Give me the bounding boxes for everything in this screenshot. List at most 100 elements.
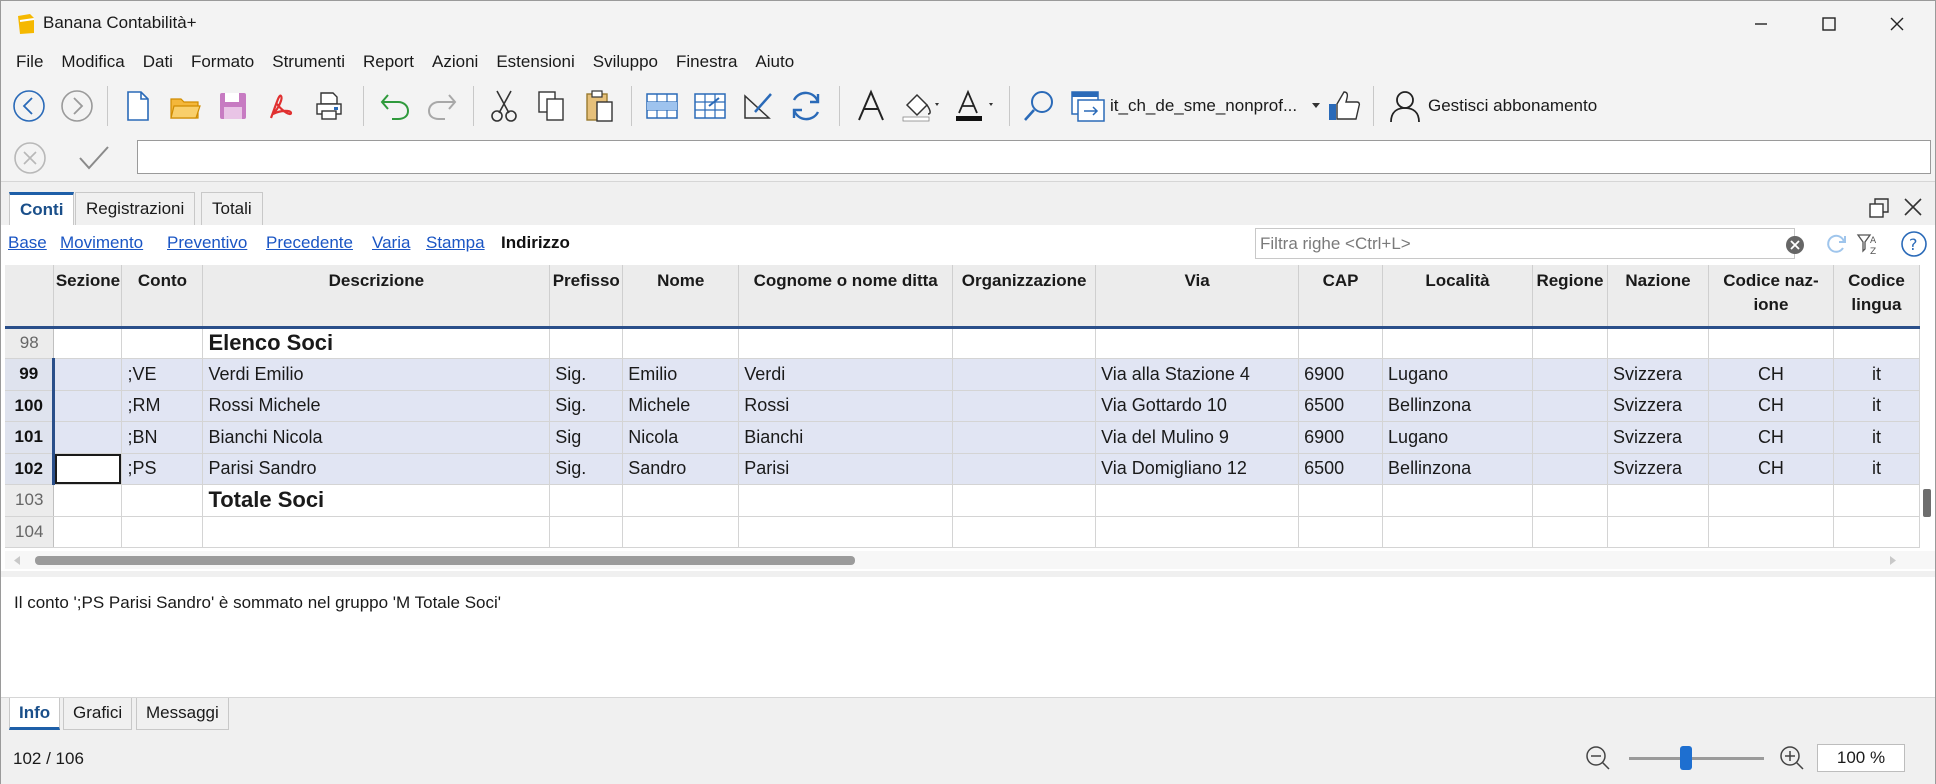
- cell-localita[interactable]: Bellinzona: [1382, 390, 1533, 422]
- cell-codice-lingua[interactable]: [1833, 327, 1920, 359]
- table-row[interactable]: 101 ;BN Bianchi Nicola Sig Nicola Bianch…: [5, 421, 1920, 454]
- delete-rows-button[interactable]: [690, 86, 730, 126]
- cell-nazione[interactable]: [1607, 484, 1709, 517]
- cell-descrizione[interactable]: Parisi Sandro: [202, 453, 551, 485]
- cell-conto[interactable]: ;RM: [121, 390, 204, 422]
- undo-button[interactable]: [375, 86, 415, 126]
- maximize-button[interactable]: [1795, 1, 1863, 46]
- cell-sezione[interactable]: [53, 421, 123, 454]
- cell-nome[interactable]: Emilio: [622, 358, 740, 391]
- cell-codice-nazione[interactable]: CH: [1708, 421, 1834, 454]
- cell-regione[interactable]: [1532, 390, 1608, 422]
- menu-dati[interactable]: Dati: [134, 46, 182, 78]
- print-button[interactable]: [309, 86, 349, 126]
- forward-button[interactable]: [57, 86, 97, 126]
- cell-prefisso[interactable]: Sig.: [549, 390, 624, 422]
- filter-rows-input[interactable]: Filtra righe <Ctrl+L>: [1255, 228, 1804, 259]
- cell-nazione[interactable]: Svizzera: [1607, 453, 1709, 485]
- cell-organizzazione[interactable]: [952, 390, 1097, 422]
- cell-localita[interactable]: Lugano: [1382, 421, 1533, 454]
- cell-nazione[interactable]: Svizzera: [1607, 390, 1709, 422]
- insert-rows-button[interactable]: [642, 86, 682, 126]
- header-conto[interactable]: Conto: [121, 265, 204, 329]
- cell-conto[interactable]: ;VE: [121, 358, 204, 391]
- row-number[interactable]: 104: [5, 516, 55, 548]
- cell-localita[interactable]: [1382, 516, 1533, 548]
- font-button[interactable]: [851, 86, 891, 126]
- tab-conti[interactable]: Conti: [9, 192, 75, 226]
- row-number[interactable]: 99: [5, 358, 56, 391]
- save-button[interactable]: [213, 86, 253, 126]
- cell-conto[interactable]: [121, 327, 204, 359]
- cell-codice-nazione[interactable]: [1708, 327, 1834, 359]
- cell-prefisso[interactable]: [549, 516, 624, 548]
- scroll-left-icon[interactable]: [13, 556, 21, 565]
- cell-codice-lingua[interactable]: it: [1833, 358, 1920, 391]
- row-number[interactable]: 102: [5, 453, 56, 485]
- cell-cognome[interactable]: [738, 327, 954, 359]
- cell-codice-lingua[interactable]: it: [1833, 453, 1920, 485]
- cell-conto[interactable]: ;PS: [121, 453, 204, 485]
- feedback-button[interactable]: [1325, 86, 1365, 126]
- minimize-button[interactable]: [1727, 1, 1795, 46]
- horizontal-scrollbar[interactable]: [5, 551, 1935, 569]
- cell-organizzazione[interactable]: [952, 516, 1097, 548]
- back-button[interactable]: [9, 86, 49, 126]
- close-panel-icon[interactable]: [1902, 196, 1924, 218]
- cell-cognome[interactable]: Rossi: [738, 390, 954, 422]
- cell-localita[interactable]: Bellinzona: [1382, 453, 1533, 485]
- cell-codice-lingua[interactable]: [1833, 516, 1920, 548]
- cell-codice-lingua[interactable]: [1833, 484, 1920, 517]
- menu-file[interactable]: File: [7, 46, 52, 78]
- zoom-out-icon[interactable]: [1585, 745, 1611, 771]
- cell-prefisso[interactable]: [549, 484, 624, 517]
- tab-registrazioni[interactable]: Registrazioni: [75, 192, 196, 226]
- paste-button[interactable]: [579, 86, 619, 126]
- zoom-slider-thumb[interactable]: [1679, 746, 1692, 770]
- header-localita[interactable]: Località: [1382, 265, 1533, 329]
- help-icon[interactable]: ?: [1900, 230, 1928, 258]
- menu-finestra[interactable]: Finestra: [667, 46, 746, 78]
- table-row[interactable]: 100 ;RM Rossi Michele Sig. Michele Rossi…: [5, 390, 1920, 422]
- cell-nome[interactable]: Michele: [622, 390, 740, 422]
- cell-regione[interactable]: [1532, 516, 1608, 548]
- cell-conto[interactable]: [121, 516, 204, 548]
- zoom-slider[interactable]: [1629, 757, 1764, 760]
- cell-nazione[interactable]: Svizzera: [1607, 421, 1709, 454]
- cell-codice-nazione[interactable]: CH: [1708, 358, 1834, 391]
- header-prefisso[interactable]: Prefisso: [549, 265, 624, 329]
- header-nome[interactable]: Nome: [622, 265, 740, 329]
- search-button[interactable]: [1019, 86, 1059, 126]
- table-row[interactable]: 99 ;VE Verdi Emilio Sig. Emilio Verdi Vi…: [5, 358, 1920, 391]
- refresh-filter-icon[interactable]: [1824, 232, 1848, 256]
- cell-descrizione[interactable]: Totale Soci: [202, 484, 551, 517]
- cell-localita[interactable]: Lugano: [1382, 358, 1533, 391]
- row-number[interactable]: 103: [5, 484, 55, 517]
- cell-organizzazione[interactable]: [952, 358, 1097, 391]
- header-sezione[interactable]: Sezione: [53, 265, 123, 329]
- vertical-scrollbar[interactable]: [1920, 265, 1935, 551]
- menu-modifica[interactable]: Modifica: [52, 46, 133, 78]
- cell-cognome[interactable]: Verdi: [738, 358, 954, 391]
- cell-prefisso[interactable]: [549, 327, 624, 359]
- header-regione[interactable]: Regione: [1532, 265, 1608, 329]
- table-row[interactable]: 102 ;PS Parisi Sandro Sig. Sandro Parisi…: [5, 453, 1920, 485]
- chevron-down-icon[interactable]: [1311, 102, 1321, 110]
- cell-prefisso[interactable]: Sig.: [549, 453, 624, 485]
- cell-codice-lingua[interactable]: it: [1833, 421, 1920, 454]
- header-descrizione[interactable]: Descrizione: [202, 265, 551, 329]
- zoom-in-icon[interactable]: [1779, 745, 1805, 771]
- header-nazione[interactable]: Nazione: [1607, 265, 1709, 329]
- menu-aiuto[interactable]: Aiuto: [746, 46, 803, 78]
- cell-codice-nazione[interactable]: [1708, 516, 1834, 548]
- cell-descrizione[interactable]: Rossi Michele: [202, 390, 551, 422]
- cell-codice-lingua[interactable]: it: [1833, 390, 1920, 422]
- cell-cap[interactable]: 6500: [1298, 390, 1384, 422]
- menu-report[interactable]: Report: [354, 46, 423, 78]
- cell-via[interactable]: Via Gottardo 10: [1095, 390, 1300, 422]
- cell-via[interactable]: Via Domigliano 12: [1095, 453, 1300, 485]
- cell-organizzazione[interactable]: [952, 453, 1097, 485]
- table-row[interactable]: 104: [5, 516, 1920, 548]
- clear-filter-icon[interactable]: [1785, 235, 1805, 255]
- tab-messaggi[interactable]: Messaggi: [136, 698, 229, 730]
